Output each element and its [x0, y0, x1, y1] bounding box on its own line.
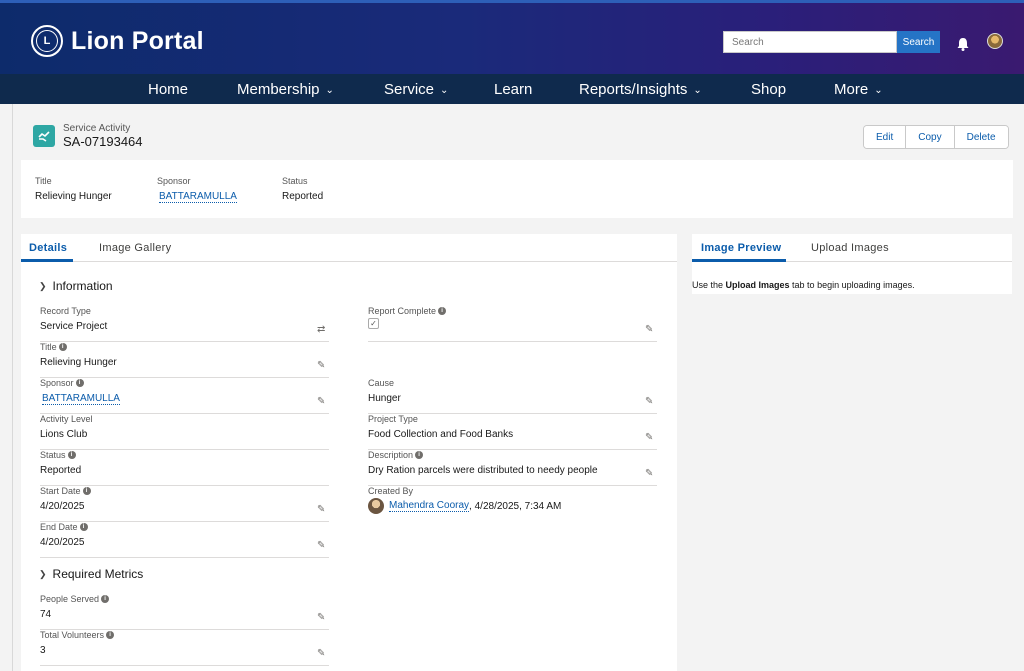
info-icon[interactable]: i: [106, 631, 115, 639]
search-input[interactable]: [723, 31, 897, 53]
record-name: SA-07193464: [63, 134, 143, 149]
info-icon[interactable]: i: [82, 487, 91, 495]
field-start-date: Start Date i 4/20/2025 ✎: [40, 486, 329, 522]
chevron-down-icon: ❯: [39, 568, 47, 579]
field-sponsor: Sponsor i BATTARAMULLA ✎: [40, 378, 329, 414]
nav-membership[interactable]: Membership ⌄: [237, 81, 334, 98]
record-actions: Edit Copy Delete: [863, 125, 1009, 149]
field-total-volunteers: Total Volunteers i 3 ✎: [40, 630, 329, 666]
record-header: Service Activity SA-07193464 Edit Copy D…: [21, 114, 1013, 160]
highlight-status: Status Reported: [282, 176, 324, 202]
pencil-icon[interactable]: ✎: [317, 361, 327, 371]
service-activity-icon: [33, 125, 55, 147]
tab-image-gallery[interactable]: Image Gallery: [99, 242, 171, 254]
field-status: Status i Reported: [40, 450, 329, 486]
chevron-down-icon: ⌄: [325, 85, 334, 96]
tab-image-preview[interactable]: Image Preview: [701, 242, 781, 254]
creator-link[interactable]: Mahendra Cooray: [389, 500, 470, 512]
pencil-icon[interactable]: ✎: [645, 469, 655, 479]
field-activity-level: Activity Level Lions Club: [40, 414, 329, 450]
info-icon[interactable]: i: [75, 379, 84, 387]
change-record-type-icon[interactable]: ⇄: [317, 325, 327, 335]
record-page: Service Activity SA-07193464 Edit Copy D…: [12, 104, 1024, 671]
info-icon[interactable]: i: [438, 307, 447, 315]
field-record-type: Record Type Service Project ⇄: [40, 306, 329, 342]
active-tab-indicator: [692, 259, 786, 262]
details-panel: Details Image Gallery ❯ Information Reco…: [21, 234, 677, 671]
pencil-icon[interactable]: ✎: [317, 541, 327, 551]
pencil-icon[interactable]: ✎: [645, 433, 655, 443]
section-information-toggle[interactable]: ❯ Information: [39, 279, 113, 293]
chevron-down-icon: ⌄: [693, 85, 702, 96]
sponsor-field-link[interactable]: BATTARAMULLA: [42, 393, 120, 405]
pencil-icon[interactable]: ✎: [317, 649, 327, 659]
upload-hint-text: Use the Upload Images tab to begin uploa…: [692, 280, 915, 290]
top-header: L Lion Portal Search: [0, 0, 1024, 74]
search-button[interactable]: Search: [897, 31, 940, 53]
nav-learn[interactable]: Learn: [494, 81, 532, 98]
notification-bell-icon[interactable]: [955, 36, 971, 52]
copy-button[interactable]: Copy: [906, 126, 955, 148]
info-icon[interactable]: i: [67, 451, 76, 459]
active-tab-indicator: [21, 259, 73, 262]
creator-avatar: [368, 498, 384, 514]
chevron-down-icon: ❯: [39, 280, 47, 291]
chevron-down-icon: ⌄: [874, 85, 883, 96]
field-title: Title i Relieving Hunger ✎: [40, 342, 329, 378]
field-description: Description i Dry Ration parcels were dis…: [368, 450, 657, 486]
field-cause: Cause Hunger ✎: [368, 378, 657, 414]
highlight-sponsor: Sponsor BATTARAMULLA: [157, 176, 237, 203]
nav-home[interactable]: Home: [148, 81, 188, 98]
info-icon[interactable]: i: [415, 451, 424, 459]
pencil-icon[interactable]: ✎: [645, 397, 655, 407]
pencil-icon[interactable]: ✎: [317, 397, 327, 407]
sponsor-link[interactable]: BATTARAMULLA: [159, 191, 237, 203]
brand-logo[interactable]: L Lion Portal: [31, 25, 204, 57]
brand-name: Lion Portal: [71, 26, 204, 55]
highlight-title: Title Relieving Hunger: [35, 176, 112, 202]
pencil-icon[interactable]: ✎: [317, 613, 327, 623]
info-icon[interactable]: i: [79, 523, 88, 531]
chevron-down-icon: ⌄: [440, 85, 449, 96]
field-end-date: End Date i 4/20/2025 ✎: [40, 522, 329, 558]
pencil-icon[interactable]: ✎: [645, 325, 655, 335]
field-project-type: Project Type Food Collection and Food Ba…: [368, 414, 657, 450]
pencil-icon[interactable]: ✎: [317, 505, 327, 515]
info-icon[interactable]: i: [58, 343, 67, 351]
report-complete-checkbox: ✓: [368, 318, 379, 329]
nav-shop[interactable]: Shop: [751, 81, 786, 98]
search-bar: Search: [723, 31, 940, 53]
delete-button[interactable]: Delete: [954, 126, 1008, 148]
lions-emblem-icon: L: [31, 25, 63, 57]
main-nav: Home Membership ⌄ Service ⌄ Learn Reports/…: [0, 74, 1024, 104]
tab-details[interactable]: Details: [29, 242, 67, 254]
field-report-complete: Report Complete i ✓ ✎: [368, 306, 657, 342]
field-people-served: People Served i 74 ✎: [40, 594, 329, 630]
info-icon[interactable]: i: [101, 595, 110, 603]
section-required-metrics-toggle[interactable]: ❯ Required Metrics: [39, 567, 143, 581]
nav-service[interactable]: Service ⌄: [384, 81, 448, 98]
record-object-label: Service Activity: [63, 123, 131, 134]
nav-reports-insights[interactable]: Reports/Insights ⌄: [579, 81, 702, 98]
image-panel: Image Preview Upload Images Use the Uplo…: [692, 234, 1012, 294]
tab-upload-images[interactable]: Upload Images: [811, 242, 889, 254]
edit-button[interactable]: Edit: [864, 126, 907, 148]
details-tabs: Details Image Gallery: [21, 234, 677, 262]
user-avatar[interactable]: [987, 33, 1003, 49]
field-created-by: Created By Mahendra Cooray, 4/28/2025, 7…: [368, 486, 657, 522]
highlights-panel: Title Relieving Hunger Sponsor BATTARAMU…: [21, 160, 1013, 218]
image-tabs: Image Preview Upload Images: [692, 234, 1012, 262]
nav-more[interactable]: More ⌄: [834, 81, 883, 98]
